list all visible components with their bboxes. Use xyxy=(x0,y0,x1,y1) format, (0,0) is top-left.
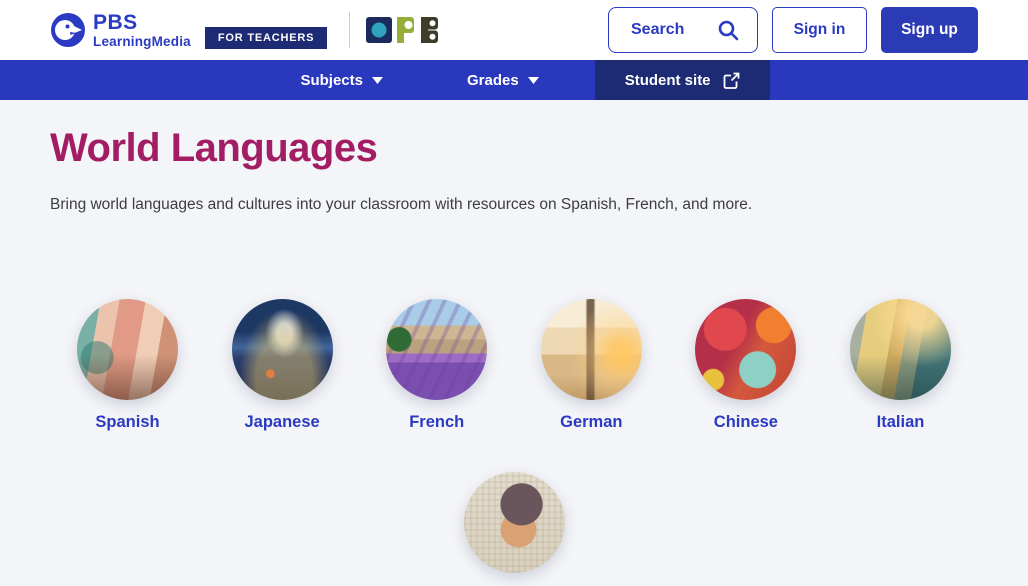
sign-up-button[interactable]: Sign up xyxy=(881,7,978,53)
language-image-italian[interactable] xyxy=(850,299,951,400)
pbs-logo-text: PBS LearningMedia xyxy=(93,12,191,49)
language-link-italian[interactable]: Italian xyxy=(877,413,925,432)
page-subtitle: Bring world languages and cultures into … xyxy=(50,195,978,215)
language-card-japanese: Japanese xyxy=(205,299,360,432)
search-input[interactable]: Search xyxy=(608,7,758,53)
language-link-german[interactable]: German xyxy=(560,413,622,432)
language-image-chinese[interactable] xyxy=(695,299,796,400)
language-link-french[interactable]: French xyxy=(409,413,464,432)
nav-subjects-label: Subjects xyxy=(300,72,363,89)
language-grid: Spanish Japanese French German Chinese I… xyxy=(50,299,978,586)
language-card-italian: Italian xyxy=(823,299,978,432)
language-image-french[interactable] xyxy=(386,299,487,400)
main-content: World Languages Bring world languages an… xyxy=(0,100,1028,586)
learningmedia-wordmark: LearningMedia xyxy=(93,35,191,49)
language-link-japanese[interactable]: Japanese xyxy=(245,413,320,432)
site-header: PBS LearningMedia FOR TEACHERS xyxy=(0,0,1028,60)
page-title: World Languages xyxy=(50,100,978,170)
language-link-chinese[interactable]: Chinese xyxy=(714,413,778,432)
chevron-down-icon xyxy=(372,77,383,84)
language-image-mosaic[interactable] xyxy=(464,472,565,573)
language-card-french: French xyxy=(359,299,514,432)
nav-student-site-link[interactable]: Student site xyxy=(595,60,770,100)
header-left-group: PBS LearningMedia FOR TEACHERS xyxy=(50,12,444,49)
pbs-wordmark: PBS xyxy=(93,12,191,33)
primary-nav: Subjects Grades Student site xyxy=(0,60,1028,100)
language-image-german[interactable] xyxy=(541,299,642,400)
station-logo-opb[interactable] xyxy=(366,17,444,44)
opb-logo-icon xyxy=(366,17,444,44)
language-image-japanese[interactable] xyxy=(232,299,333,400)
search-placeholder: Search xyxy=(631,21,684,39)
language-card-german: German xyxy=(514,299,669,432)
nav-grades-label: Grades xyxy=(467,72,519,89)
header-divider xyxy=(349,12,350,48)
magnifier-icon[interactable] xyxy=(717,19,739,41)
language-card-chinese: Chinese xyxy=(669,299,824,432)
external-link-icon xyxy=(723,72,740,89)
nav-grades-menu[interactable]: Grades xyxy=(443,60,563,100)
nav-student-site-label: Student site xyxy=(625,72,711,89)
sign-in-button[interactable]: Sign in xyxy=(772,7,867,53)
for-teachers-badge: FOR TEACHERS xyxy=(205,27,327,49)
pbs-learningmedia-logo[interactable]: PBS LearningMedia xyxy=(50,12,191,49)
language-image-spanish[interactable] xyxy=(77,299,178,400)
language-card-spanish: Spanish xyxy=(50,299,205,432)
header-right-group: Search Sign in Sign up xyxy=(608,7,978,53)
language-card-mosaic xyxy=(437,472,592,586)
pbs-face-icon xyxy=(50,12,86,48)
nav-subjects-menu[interactable]: Subjects xyxy=(276,60,407,100)
language-link-spanish[interactable]: Spanish xyxy=(95,413,159,432)
chevron-down-icon xyxy=(528,77,539,84)
